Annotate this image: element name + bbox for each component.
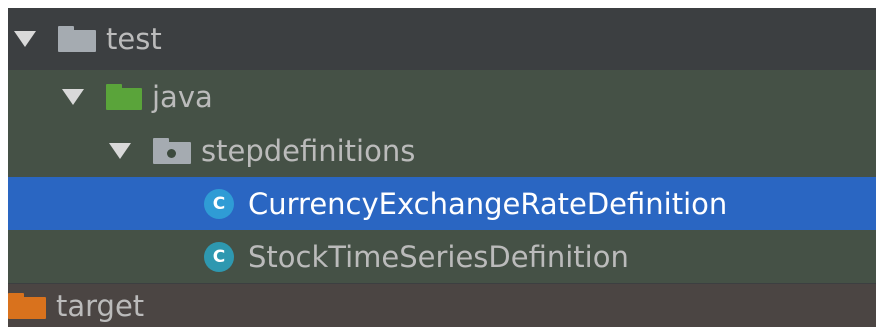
tree-item-target[interactable]: target	[8, 284, 876, 327]
class-icon: C	[204, 241, 234, 272]
tree-item-label: stepdefinitions	[201, 133, 416, 168]
excluded-folder-icon	[8, 292, 46, 319]
tree-item-stepdefinitions[interactable]: stepdefinitions	[8, 124, 876, 177]
tree-item-label: StockTimeSeriesDefinition	[248, 239, 629, 274]
expand-arrow-icon[interactable]	[109, 142, 131, 159]
tree-item-label: target	[56, 288, 145, 323]
tree-item-java[interactable]: java	[8, 70, 876, 124]
source-folder-icon	[106, 84, 142, 110]
package-icon	[153, 137, 191, 164]
expand-arrow-icon[interactable]	[62, 89, 84, 105]
tree-item-currencyexchangeratedefinition[interactable]: C CurrencyExchangeRateDefinition	[8, 177, 876, 230]
tree-item-label: java	[152, 80, 213, 114]
expand-arrow-icon[interactable]	[14, 31, 36, 47]
folder-icon	[58, 26, 96, 52]
tree-item-label: test	[106, 22, 162, 56]
class-icon: C	[204, 188, 234, 219]
project-tree: test java stepdefinitions C CurrencyExch…	[8, 8, 876, 327]
project-tree-frame: test java stepdefinitions C CurrencyExch…	[0, 0, 876, 327]
tree-item-test[interactable]: test	[8, 13, 876, 65]
tree-item-label: CurrencyExchangeRateDefinition	[248, 186, 728, 221]
tree-item-stocktimeseriesdefinition[interactable]: C StockTimeSeriesDefinition	[8, 230, 876, 283]
